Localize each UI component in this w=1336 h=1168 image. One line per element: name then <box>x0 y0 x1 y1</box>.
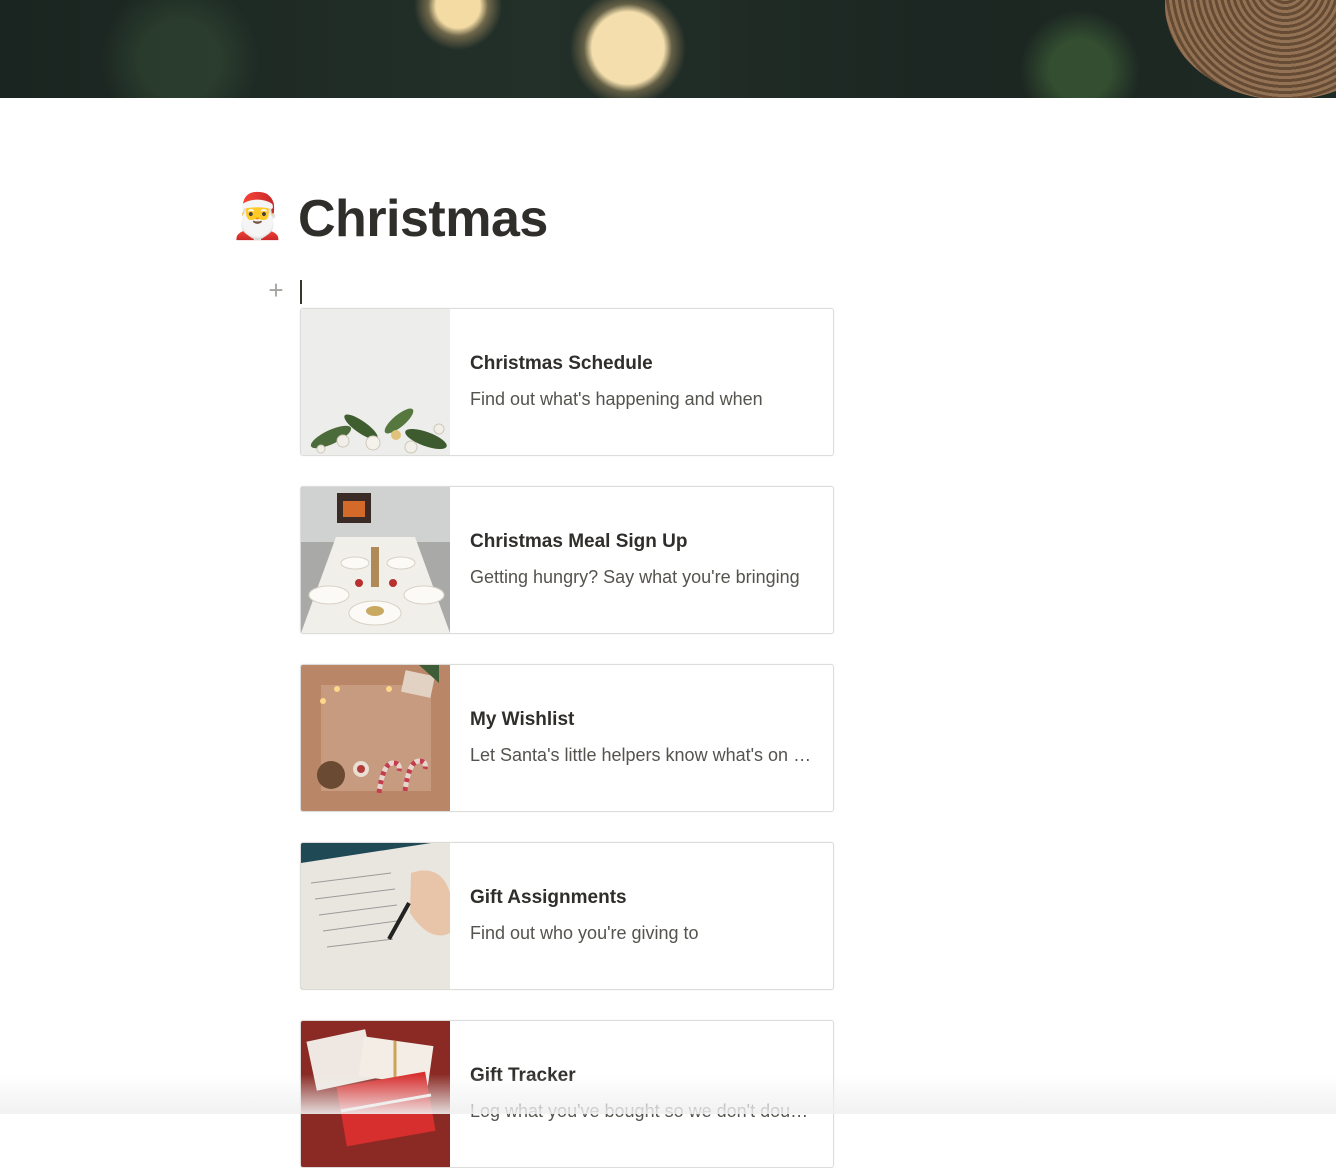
cover-ornament <box>1165 0 1336 98</box>
page-link-card[interactable]: Christmas Meal Sign Up Getting hungry? S… <box>300 486 834 634</box>
add-block-icon[interactable]: + <box>264 277 288 303</box>
card-title: My Wishlist <box>470 709 575 730</box>
page-link-card[interactable]: My Wishlist Let Santa's little helpers k… <box>300 664 834 812</box>
card-title: Christmas Meal Sign Up <box>470 531 688 552</box>
card-description: Let Santa's little helpers know what's o… <box>470 745 813 765</box>
card-thumbnail <box>301 665 450 811</box>
page-title[interactable]: Christmas <box>298 186 548 252</box>
page-link-card[interactable]: Gift Tracker Log what you've bought so w… <box>300 1020 834 1168</box>
card-title: Gift Assignments <box>470 887 627 908</box>
page-link-card[interactable]: Gift Assignments Find out who you're giv… <box>300 842 834 990</box>
text-cursor <box>300 280 302 304</box>
card-description: Log what you've bought so we don't doubl… <box>470 1101 813 1121</box>
card-description: Find out who you're giving to <box>470 923 699 943</box>
card-thumbnail <box>301 487 450 633</box>
card-title: Gift Tracker <box>470 1065 576 1086</box>
card-thumbnail <box>301 1021 450 1167</box>
card-thumbnail <box>301 843 450 989</box>
card-description: Find out what's happening and when <box>470 389 763 409</box>
page-cover <box>0 0 1336 98</box>
card-thumbnail <box>301 309 450 455</box>
page-link-card[interactable]: Christmas Schedule Find out what's happe… <box>300 308 834 456</box>
card-title: Christmas Schedule <box>470 353 653 374</box>
card-description: Getting hungry? Say what you're bringing <box>470 567 800 587</box>
page-emoji-icon[interactable]: 🎅 <box>230 190 285 244</box>
